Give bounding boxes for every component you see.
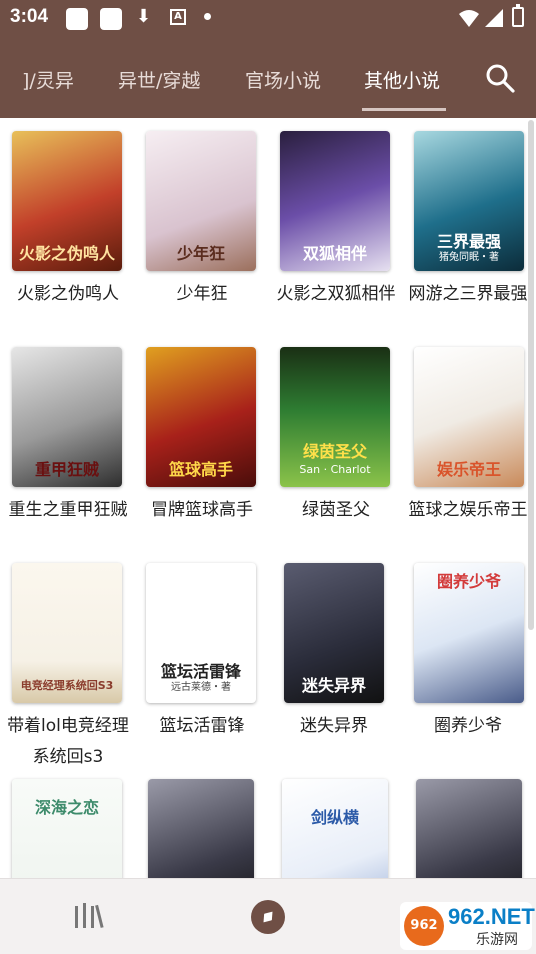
book-title: 火影之伪鸣人 xyxy=(17,284,119,304)
book-cover[interactable]: 圈养少爷 xyxy=(414,563,524,703)
search-icon[interactable] xyxy=(484,62,516,94)
watermark-logo: 962 xyxy=(404,906,444,946)
book-cover[interactable] xyxy=(416,779,522,878)
book-cover[interactable]: 电竞经理系统回S3 xyxy=(12,563,122,703)
a-box-icon: A xyxy=(170,9,186,25)
dot-icon xyxy=(204,13,211,20)
watermark-site: 962.NET xyxy=(448,904,535,929)
download-icon: ⬇ xyxy=(136,6,152,27)
status-bar: 3:04 ⬇ A xyxy=(0,0,536,36)
book-title: 圈养少爷 xyxy=(434,716,502,736)
tab-supernatural[interactable]: ]/灵异 xyxy=(22,66,74,93)
book-title: 网游之三界最强 xyxy=(408,284,528,304)
book-title: 冒牌篮球高手 xyxy=(151,500,253,520)
book-cover[interactable]: 篮球高手 xyxy=(146,347,256,487)
book-cover[interactable]: 少年狂 xyxy=(146,131,256,271)
book-grid: 火影之伪鸣人 火影之伪鸣人 少年狂 少年狂 双狐相伴 火影之双狐相伴 三界最强 … xyxy=(0,118,536,878)
book-cover[interactable]: 绿茵圣父 San · Charlot xyxy=(280,347,390,487)
book-title: 绿茵圣父 xyxy=(302,500,370,520)
book-title: 重生之重甲狂贼 xyxy=(8,500,128,520)
book-cover[interactable]: 剑纵横 xyxy=(282,779,388,878)
notification-icon xyxy=(66,8,88,30)
book-cover[interactable]: 双狐相伴 xyxy=(280,131,390,271)
book-title: 少年狂 xyxy=(176,284,228,304)
watermark-name: 乐游网 xyxy=(476,932,518,948)
status-time: 3:04 xyxy=(10,6,49,27)
book-title: 篮坛活雷锋 xyxy=(159,716,245,736)
active-tab-indicator xyxy=(362,108,446,111)
book-cover[interactable]: 火影之伪鸣人 xyxy=(12,131,122,271)
book-cover[interactable]: 迷失异界 xyxy=(284,563,384,703)
explore-compass-icon[interactable] xyxy=(251,900,285,934)
app-header: 3:04 ⬇ A ]/灵异 异世/穿越 官场小说 其他小说 xyxy=(0,0,536,118)
book-cover[interactable]: 深海之恋 xyxy=(12,779,122,878)
notification-icon xyxy=(100,8,122,30)
tab-other-novels[interactable]: 其他小说 xyxy=(364,66,440,93)
book-title: 带着lol电竞经理系统回s3 xyxy=(7,716,129,767)
battery-icon xyxy=(512,4,524,27)
book-cover[interactable] xyxy=(148,779,254,878)
signal-icon xyxy=(485,9,503,27)
book-title: 火影之双狐相伴 xyxy=(276,284,396,304)
book-cover[interactable]: 篮坛活雷锋 远古莱德・著 xyxy=(146,563,256,703)
book-cover[interactable]: 重甲狂贼 xyxy=(12,347,122,487)
bookshelf-icon[interactable] xyxy=(72,903,106,931)
wifi-icon xyxy=(459,10,479,27)
category-tabs: ]/灵异 异世/穿越 官场小说 其他小说 xyxy=(0,44,536,118)
tab-otherworld[interactable]: 异世/穿越 xyxy=(118,66,200,93)
book-cover[interactable]: 娱乐帝王 xyxy=(414,347,524,487)
scrollbar[interactable] xyxy=(528,120,534,630)
book-cover[interactable]: 三界最强 猪兔同眠・著 xyxy=(414,131,524,271)
book-title: 篮球之娱乐帝王 xyxy=(408,500,528,520)
site-watermark: 962 962.NET 乐游网 xyxy=(400,902,535,950)
book-title: 迷失异界 xyxy=(300,716,368,736)
tab-officialdom[interactable]: 官场小说 xyxy=(245,66,321,93)
